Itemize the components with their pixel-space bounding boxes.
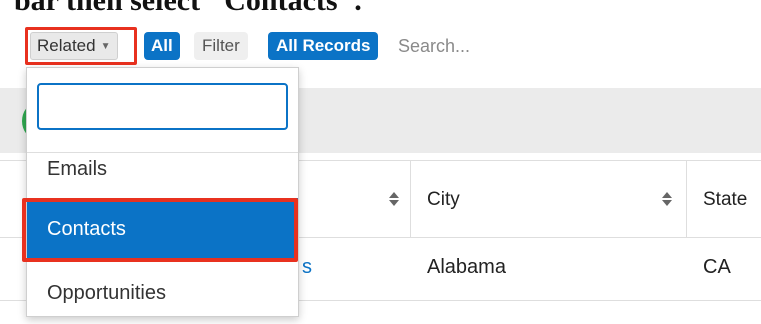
contacts-highlight-box [22, 198, 298, 262]
filter-label[interactable]: Filter [194, 32, 248, 60]
sort-icon[interactable] [661, 191, 673, 207]
search-input[interactable]: Search... [398, 32, 738, 60]
related-dropdown-menu: Emails Contacts Opportunities [26, 67, 299, 317]
dropdown-item-opportunities[interactable]: Opportunities [27, 262, 298, 324]
cell-city: Alabama [427, 256, 506, 278]
instruction-caption: bar then select "Contacts". [14, 0, 362, 17]
column-divider [686, 161, 687, 237]
column-header-city[interactable]: City [427, 189, 460, 211]
all-records-pill[interactable]: All Records [268, 32, 379, 60]
dropdown-item-emails[interactable]: Emails [27, 138, 298, 200]
sort-icon[interactable] [388, 191, 400, 207]
list-toolbar: Related ▼ All Filter All Records Search.… [0, 26, 761, 68]
record-name-link[interactable]: s [302, 256, 312, 279]
related-highlight-box [25, 27, 137, 65]
column-divider [410, 161, 411, 237]
all-filter-pill[interactable]: All [144, 32, 180, 60]
cell-state: CA [703, 256, 731, 278]
dropdown-search-field[interactable] [37, 83, 288, 130]
column-header-state[interactable]: State [703, 189, 747, 211]
